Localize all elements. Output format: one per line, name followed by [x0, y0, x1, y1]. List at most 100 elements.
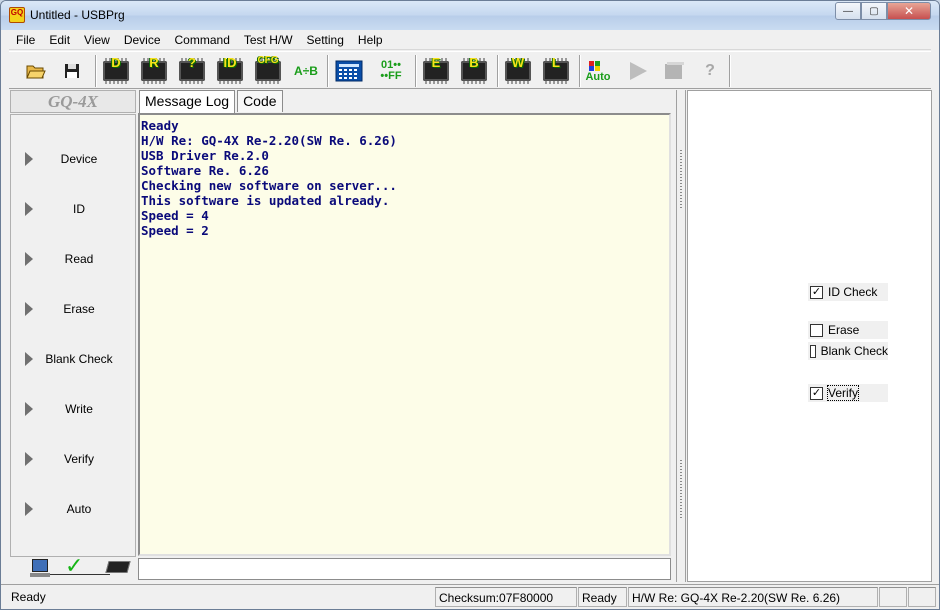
status-bar: Ready Checksum:07F80000 Ready H/W Re: GQ…: [1, 584, 939, 609]
command-input[interactable]: [138, 558, 671, 580]
auto-button[interactable]: Auto: [583, 56, 613, 86]
read-button[interactable]: R: [139, 55, 169, 86]
chip-read-icon: R: [141, 55, 167, 84]
toolbar: D R ? ID CFG A÷B 01•• ••FF E B W L Auto …: [9, 51, 931, 89]
chip-device-icon: D: [103, 55, 129, 84]
run-button[interactable]: [623, 56, 653, 86]
log-line: This software is updated already.: [141, 193, 390, 208]
chip-lock-icon: L: [543, 55, 569, 84]
chip-erase-icon: E: [423, 55, 449, 84]
log-line: USB Driver Re.2.0: [141, 148, 269, 163]
play-arrow-icon: [25, 302, 33, 316]
blank-button[interactable]: B: [459, 55, 489, 86]
panel-splitter[interactable]: [676, 90, 686, 582]
op-blank-check[interactable]: Blank Check: [11, 347, 135, 371]
resize-grip[interactable]: [908, 587, 936, 607]
op-verify[interactable]: Verify: [11, 447, 135, 471]
config-button[interactable]: CFG: [253, 55, 283, 86]
status-state: Ready: [578, 587, 627, 607]
op-id[interactable]: ID: [11, 197, 135, 221]
toolbar-separator: [497, 55, 499, 87]
save-button[interactable]: [57, 56, 87, 86]
menu-view[interactable]: View: [77, 30, 117, 50]
status-message: Ready: [11, 590, 46, 604]
menu-file[interactable]: File: [9, 30, 42, 50]
chip-blank-icon: ?: [179, 55, 205, 84]
auto-label: Auto: [585, 70, 611, 83]
play-arrow-icon: [25, 352, 33, 366]
open-folder-icon: [26, 65, 46, 79]
connected-check-icon: ✓: [65, 553, 84, 578]
blank-check-button[interactable]: ?: [177, 55, 207, 86]
close-button[interactable]: ✕: [887, 2, 931, 20]
floppy-disk-icon: [65, 64, 79, 78]
window-controls: — ▢ ✕: [835, 2, 931, 20]
calculator-button[interactable]: [334, 56, 364, 86]
verify-checkbox[interactable]: ✓: [810, 386, 823, 400]
write-button[interactable]: W: [503, 55, 533, 86]
hex-fill-button[interactable]: 01•• ••FF: [371, 56, 411, 86]
toolbar-separator: [327, 55, 329, 87]
play-arrow-icon: [25, 402, 33, 416]
toolbar-separator: [729, 55, 731, 87]
blank-check-option[interactable]: Blank Check: [808, 342, 888, 360]
connection-status: ✓: [10, 553, 136, 581]
menu-device[interactable]: Device: [117, 30, 168, 50]
log-line: Speed = 4: [141, 208, 209, 223]
message-log[interactable]: Ready H/W Re: GQ-4X Re-2.20(SW Re. 6.26)…: [138, 113, 671, 556]
computer-base-icon: [30, 573, 50, 577]
op-write[interactable]: Write: [11, 397, 135, 421]
id-button[interactable]: ID: [215, 55, 245, 86]
chip-icon: [105, 561, 131, 573]
op-auto[interactable]: Auto: [11, 497, 135, 521]
status-checksum: Checksum:07F80000: [435, 587, 577, 607]
menu-test-hw[interactable]: Test H/W: [237, 30, 300, 50]
chip-cfg-icon: CFG: [255, 55, 281, 84]
open-file-button[interactable]: [21, 56, 51, 86]
erase-button[interactable]: E: [421, 55, 451, 86]
log-line: Ready: [141, 118, 179, 133]
tab-code[interactable]: Code: [237, 90, 283, 112]
device-button[interactable]: D: [101, 55, 131, 86]
erase-label: Erase: [828, 323, 860, 337]
chip-write-icon: W: [505, 55, 531, 84]
id-check-option[interactable]: ✓ ID Check: [808, 283, 888, 301]
title-bar[interactable]: GQ Untitled - USBPrg — ▢ ✕: [1, 1, 939, 30]
op-erase[interactable]: Erase: [11, 297, 135, 321]
play-arrow-icon: [25, 252, 33, 266]
compare-button[interactable]: A÷B: [291, 56, 321, 86]
verify-label: Verify: [826, 385, 860, 401]
erase-checkbox[interactable]: [810, 323, 823, 337]
stop-icon: [665, 62, 684, 79]
status-hw-version: H/W Re: GQ-4X Re-2.20(SW Re. 6.26): [628, 587, 878, 607]
op-device[interactable]: Device: [11, 147, 135, 171]
op-read[interactable]: Read: [11, 247, 135, 271]
tab-strip: Message Log Code: [139, 90, 285, 113]
app-icon[interactable]: GQ: [9, 7, 25, 23]
menu-command[interactable]: Command: [168, 30, 237, 50]
operations-panel: Device ID Read Erase Blank Check Write V…: [10, 114, 136, 557]
erase-option[interactable]: Erase: [808, 321, 888, 339]
verify-option[interactable]: ✓ Verify: [808, 384, 888, 402]
lock-button[interactable]: L: [541, 55, 571, 86]
tab-message-log[interactable]: Message Log: [139, 90, 236, 113]
device-logo: GQ-4X: [10, 90, 136, 113]
menu-edit[interactable]: Edit: [42, 30, 77, 50]
help-question-icon[interactable]: ?: [695, 56, 725, 86]
blank-check-checkbox[interactable]: [810, 344, 816, 358]
menu-help[interactable]: Help: [351, 30, 390, 50]
maximize-button[interactable]: ▢: [861, 2, 887, 20]
calculator-icon: [335, 60, 363, 82]
toolbar-separator: [415, 55, 417, 87]
minimize-button[interactable]: —: [835, 2, 861, 20]
play-arrow-icon: [25, 152, 33, 166]
main-window: GQ Untitled - USBPrg — ▢ ✕ File Edit Vie…: [0, 0, 940, 610]
toolbar-separator: [95, 55, 97, 87]
options-panel: ✓ ID Check Erase Blank Check ✓ Verify: [687, 90, 932, 582]
play-arrow-icon: [25, 452, 33, 466]
stop-button[interactable]: [659, 56, 689, 86]
chip-blank2-icon: B: [461, 55, 487, 84]
status-cell-empty: [879, 587, 907, 607]
menu-setting[interactable]: Setting: [300, 30, 351, 50]
id-check-checkbox[interactable]: ✓: [810, 285, 823, 299]
